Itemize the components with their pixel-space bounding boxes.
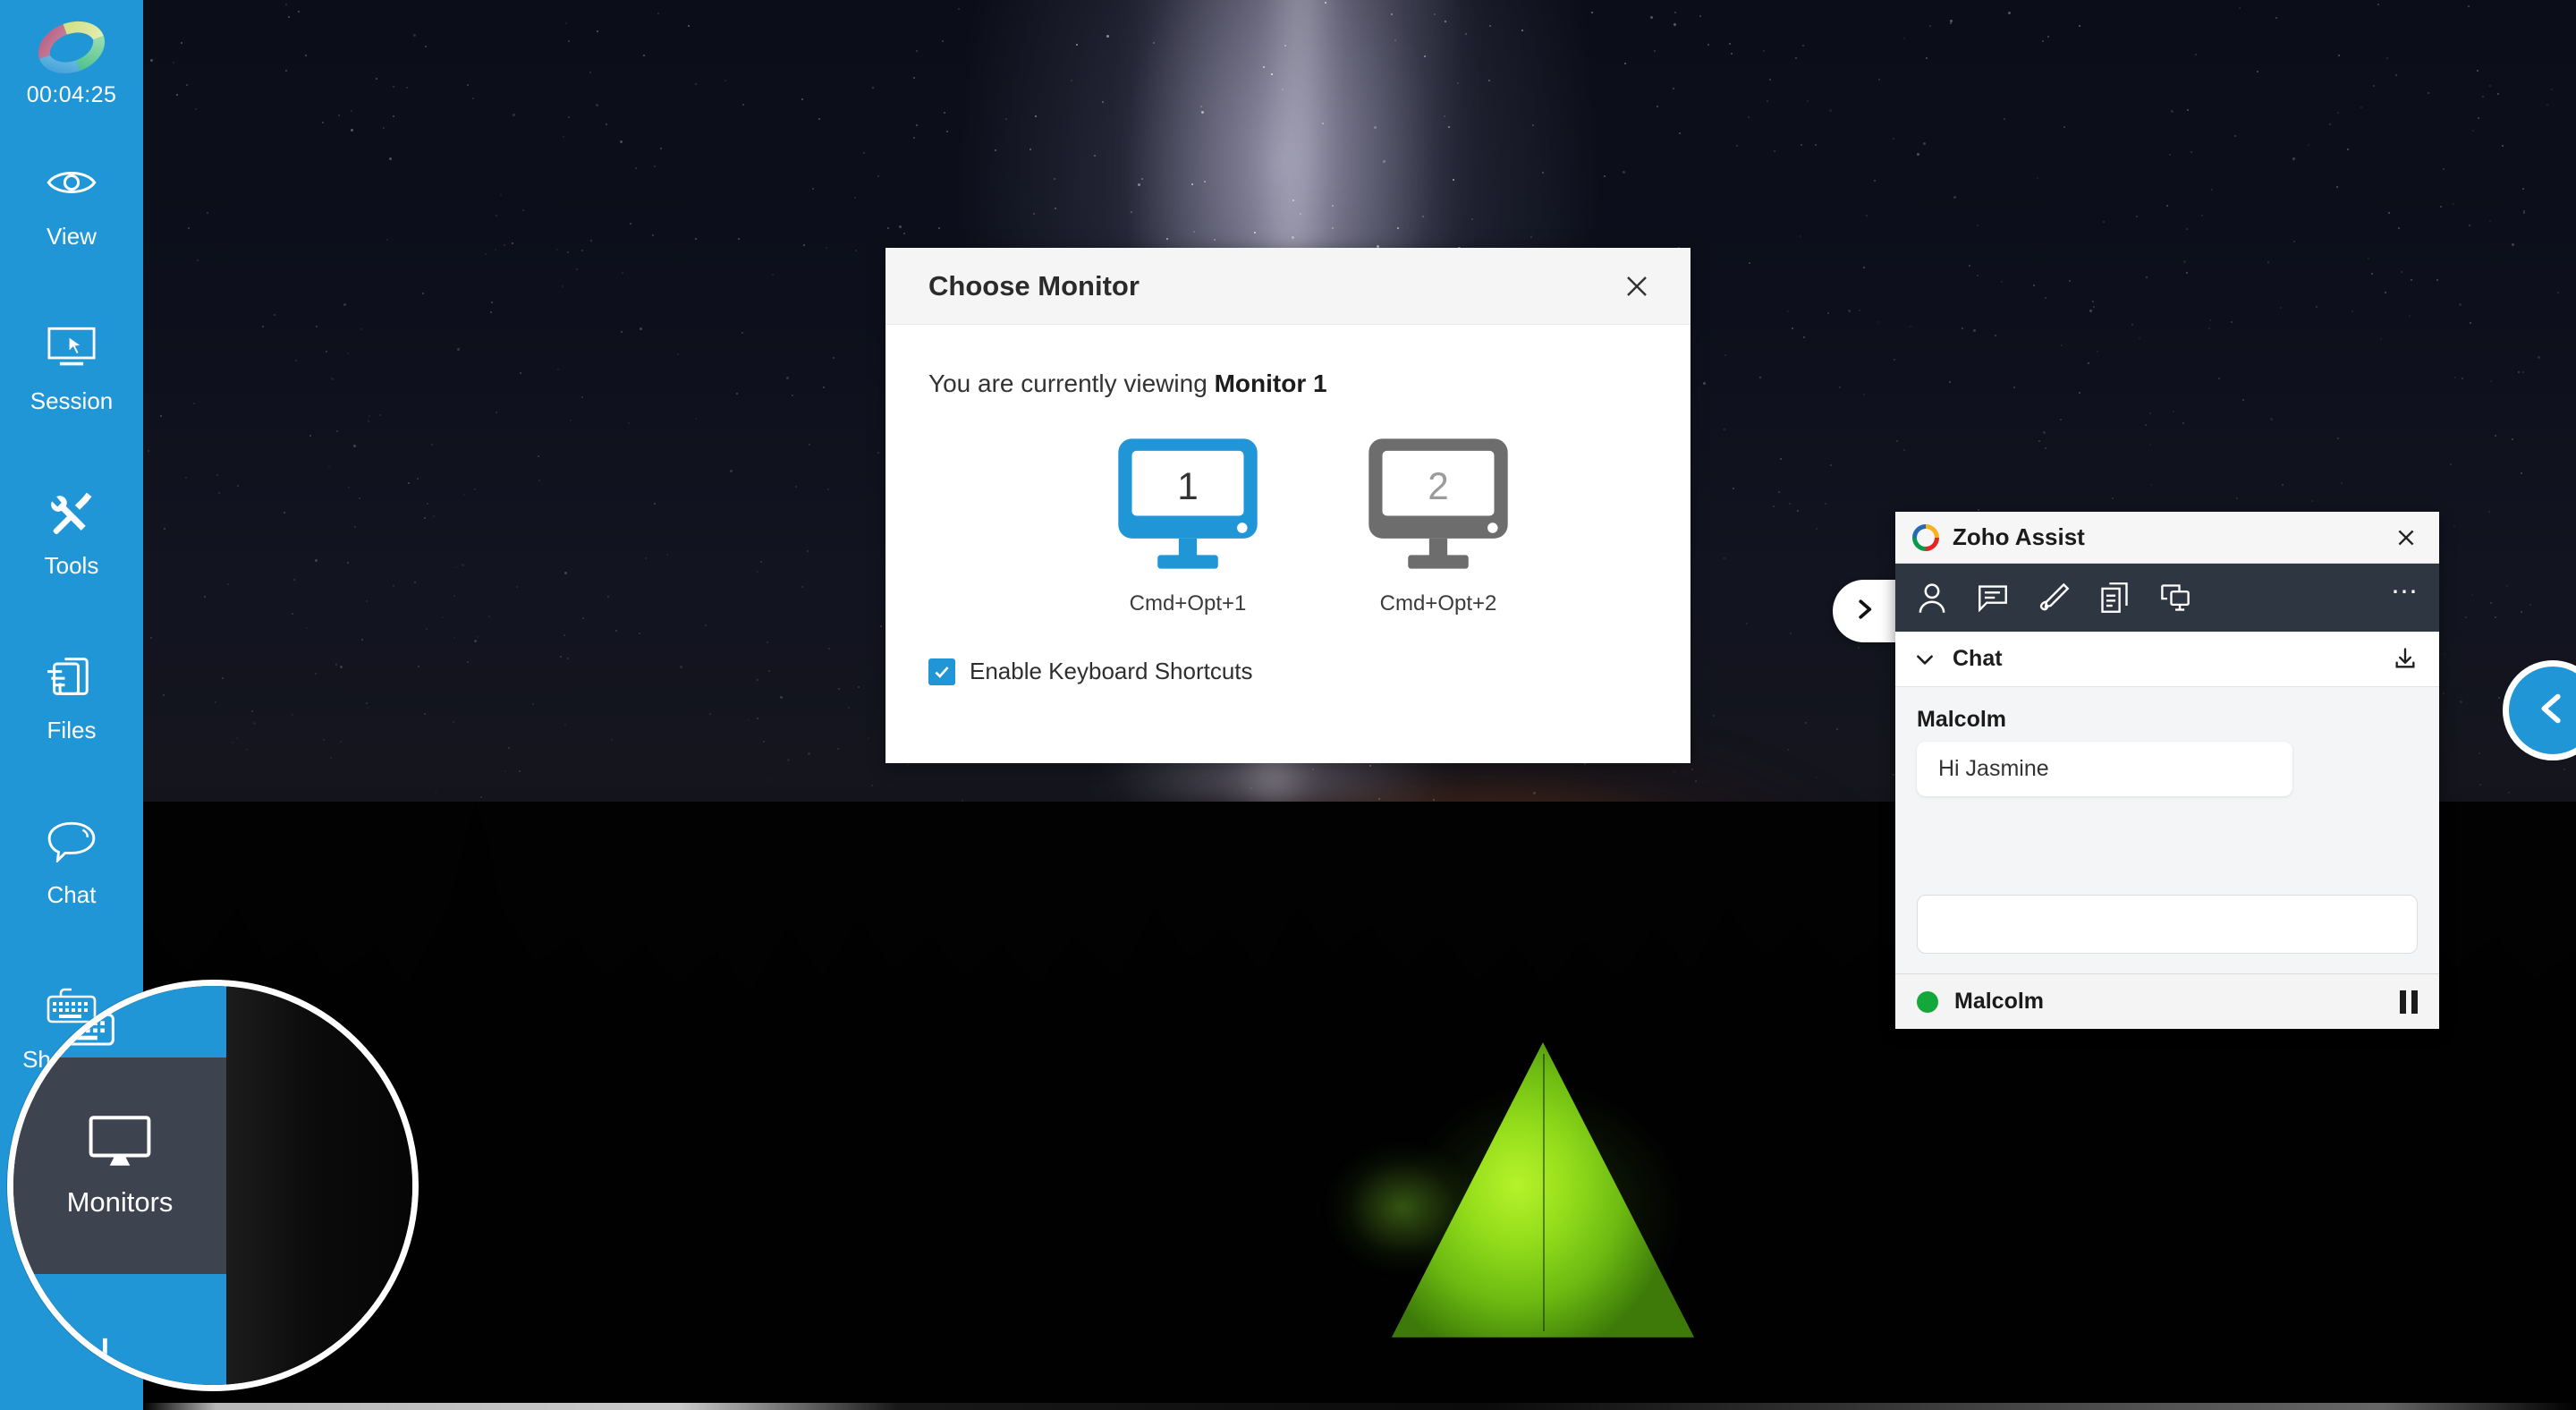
eye-icon: [44, 157, 99, 208]
expand-panel-button[interactable]: [1833, 580, 1895, 642]
checkbox-label: Enable Keyboard Shortcuts: [970, 658, 1253, 685]
sidebar-item-label: Files: [47, 717, 97, 744]
loupe-keyboard-icon: [55, 1002, 117, 1049]
participant-icon[interactable]: [1915, 581, 1949, 615]
monitor-icon: 2: [1362, 436, 1514, 572]
loupe-selected-monitors-item[interactable]: Monitors: [13, 1058, 226, 1274]
dialog-body: You are currently viewing Monitor 1 1 Cm…: [886, 325, 1690, 685]
monitor-icon: [87, 1113, 153, 1170]
current-monitor-text: You are currently viewing Monitor 1: [928, 369, 1648, 398]
close-icon[interactable]: [1615, 265, 1658, 308]
clipboard-icon[interactable]: [2097, 581, 2131, 615]
choose-monitor-dialog: Choose Monitor You are currently viewing…: [886, 248, 1690, 763]
screen-share-icon[interactable]: [2158, 581, 2192, 615]
screen-cursor-icon: [44, 321, 99, 373]
dialog-title: Choose Monitor: [928, 270, 1140, 302]
loupe-desktop-bg: [226, 986, 419, 1385]
current-monitor-prefix: You are currently viewing: [928, 369, 1215, 397]
sidebar-item-session[interactable]: Session: [0, 285, 143, 450]
checkbox-checked-icon: [928, 658, 955, 685]
monitor-hotkey: Cmd+Opt+1: [1130, 591, 1247, 616]
pause-icon[interactable]: [2400, 990, 2418, 1014]
monitor-option-1[interactable]: 1 Cmd+Opt+1: [1089, 436, 1286, 616]
sidebar-item-label: Session: [30, 387, 114, 415]
svg-text:2: 2: [1428, 465, 1448, 507]
sidebar-item-label: Tools: [45, 552, 99, 580]
chat-message: Malcolm Hi Jasmine: [1917, 707, 2418, 796]
more-horizontal-icon[interactable]: ⋯: [2391, 587, 2419, 608]
message-author: Malcolm: [1917, 707, 2418, 733]
online-status-dot: [1917, 991, 1938, 1013]
message-bubble: Hi Jasmine: [1917, 742, 2292, 796]
loupe-selected-item-label: Monitors: [67, 1186, 174, 1219]
chat-icon[interactable]: [1976, 581, 2010, 615]
assist-panel-footer: Malcolm: [1895, 973, 2439, 1029]
sidebar-item-files[interactable]: Files: [0, 615, 143, 779]
chat-section-header: Chat: [1895, 632, 2439, 687]
wrench-screwdriver-icon: [44, 486, 99, 538]
sidebar-item-label: View: [47, 223, 97, 251]
sidebar-item-chat[interactable]: Chat: [0, 779, 143, 944]
participant-name: Malcolm: [1954, 989, 2384, 1015]
monitor-icon: 1: [1112, 436, 1264, 572]
session-timer: 00:04:25: [27, 82, 117, 108]
sidebar-item-view[interactable]: View: [0, 121, 143, 285]
monitor-options: 1 Cmd+Opt+1 2 Cmd+Opt+2: [928, 436, 1648, 616]
chat-input[interactable]: [1917, 895, 2418, 954]
zoho-assist-panel: Zoho Assist: [1895, 512, 2439, 1029]
chat-message-list: Malcolm Hi Jasmine: [1895, 687, 2439, 973]
zoho-ring-logo-icon: [1911, 523, 1940, 552]
monitor-option-2[interactable]: 2 Cmd+Opt+2: [1340, 436, 1537, 616]
zoho-assist-logo-icon: [29, 11, 114, 84]
assist-panel-toolbar: ⋯: [1895, 564, 2439, 632]
assist-panel-title: Zoho Assist: [1953, 523, 2378, 551]
svg-text:1: 1: [1177, 465, 1198, 507]
close-icon[interactable]: [2391, 522, 2421, 553]
sidebar-item-label: Chat: [47, 881, 97, 909]
loupe-partial-next-icon: [56, 1324, 142, 1372]
remote-taskbar-strip: [143, 1403, 2576, 1410]
magnifier-loupe: Sh Monitors: [7, 980, 419, 1391]
sidebar-item-tools[interactable]: Tools: [0, 450, 143, 615]
dialog-header: Choose Monitor: [886, 248, 1690, 325]
monitor-hotkey: Cmd+Opt+2: [1380, 591, 1497, 616]
loupe-partial-label: Sh: [38, 1020, 63, 1043]
annotate-pencil-icon[interactable]: [2037, 581, 2071, 615]
chat-section-title: Chat: [1953, 646, 2377, 672]
file-transfer-icon: [44, 650, 99, 702]
current-monitor-name: Monitor 1: [1215, 369, 1327, 397]
chevron-left-icon: [2532, 688, 2573, 734]
chevron-down-icon[interactable]: [1913, 648, 1936, 671]
chevron-right-icon: [1851, 596, 1877, 627]
glowing-tent: [1382, 1042, 1704, 1338]
speech-bubble-icon: [44, 815, 99, 867]
download-icon[interactable]: [2393, 646, 2419, 673]
assist-panel-header: Zoho Assist: [1895, 512, 2439, 564]
enable-keyboard-shortcuts-checkbox[interactable]: Enable Keyboard Shortcuts: [928, 658, 1648, 685]
